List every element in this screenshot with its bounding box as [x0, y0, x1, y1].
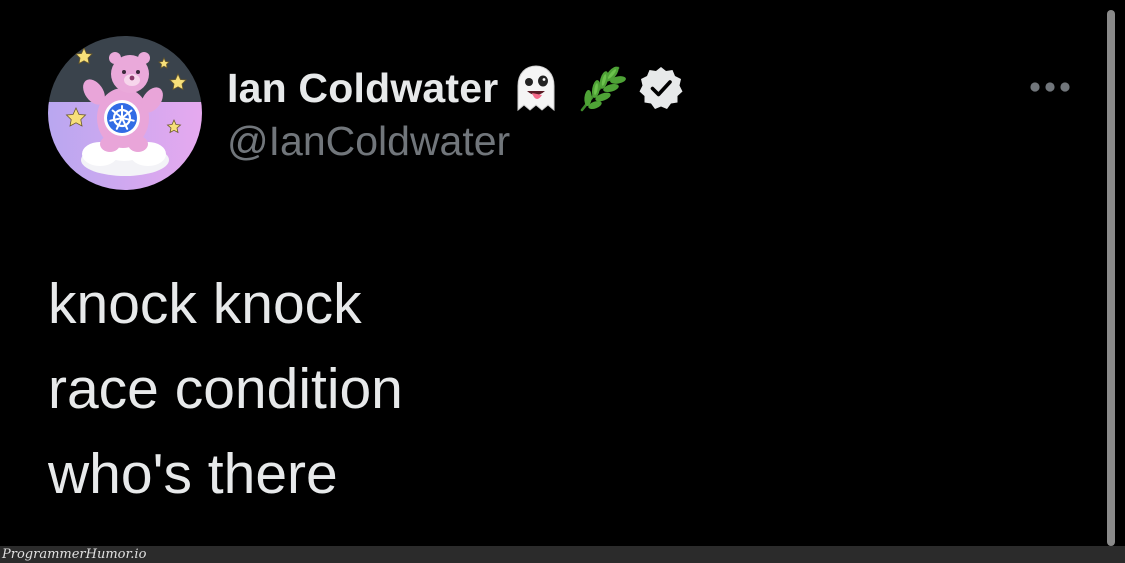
avatar[interactable]: [48, 36, 202, 190]
tweet-text-line: who's there: [48, 442, 338, 506]
author-handle[interactable]: @IanColdwater: [227, 118, 510, 165]
display-name[interactable]: Ian Coldwater: [227, 65, 498, 112]
verified-badge-icon[interactable]: [638, 65, 684, 111]
vertical-scrollbar[interactable]: [1107, 10, 1115, 546]
author-name-row[interactable]: Ian Coldwater: [227, 58, 684, 118]
care-bear-avatar-image: [48, 36, 202, 190]
watermark-bar: ProgrammerHumor.io: [0, 546, 1125, 563]
ghost-tongue-emoji-icon: [510, 62, 562, 114]
tweet-card: Ian Coldwater @IanColdwater knock knock …: [0, 0, 1125, 546]
tweet-text: knock knock race condition who's there: [48, 262, 403, 517]
more-horizontal-icon: [1030, 82, 1070, 92]
tweet-text-line: knock knock: [48, 272, 362, 336]
herb-emoji-icon: [574, 62, 627, 114]
tweet-text-line: race condition: [48, 357, 403, 421]
more-options-button[interactable]: [1022, 70, 1078, 104]
watermark-text: ProgrammerHumor.io: [2, 547, 147, 562]
